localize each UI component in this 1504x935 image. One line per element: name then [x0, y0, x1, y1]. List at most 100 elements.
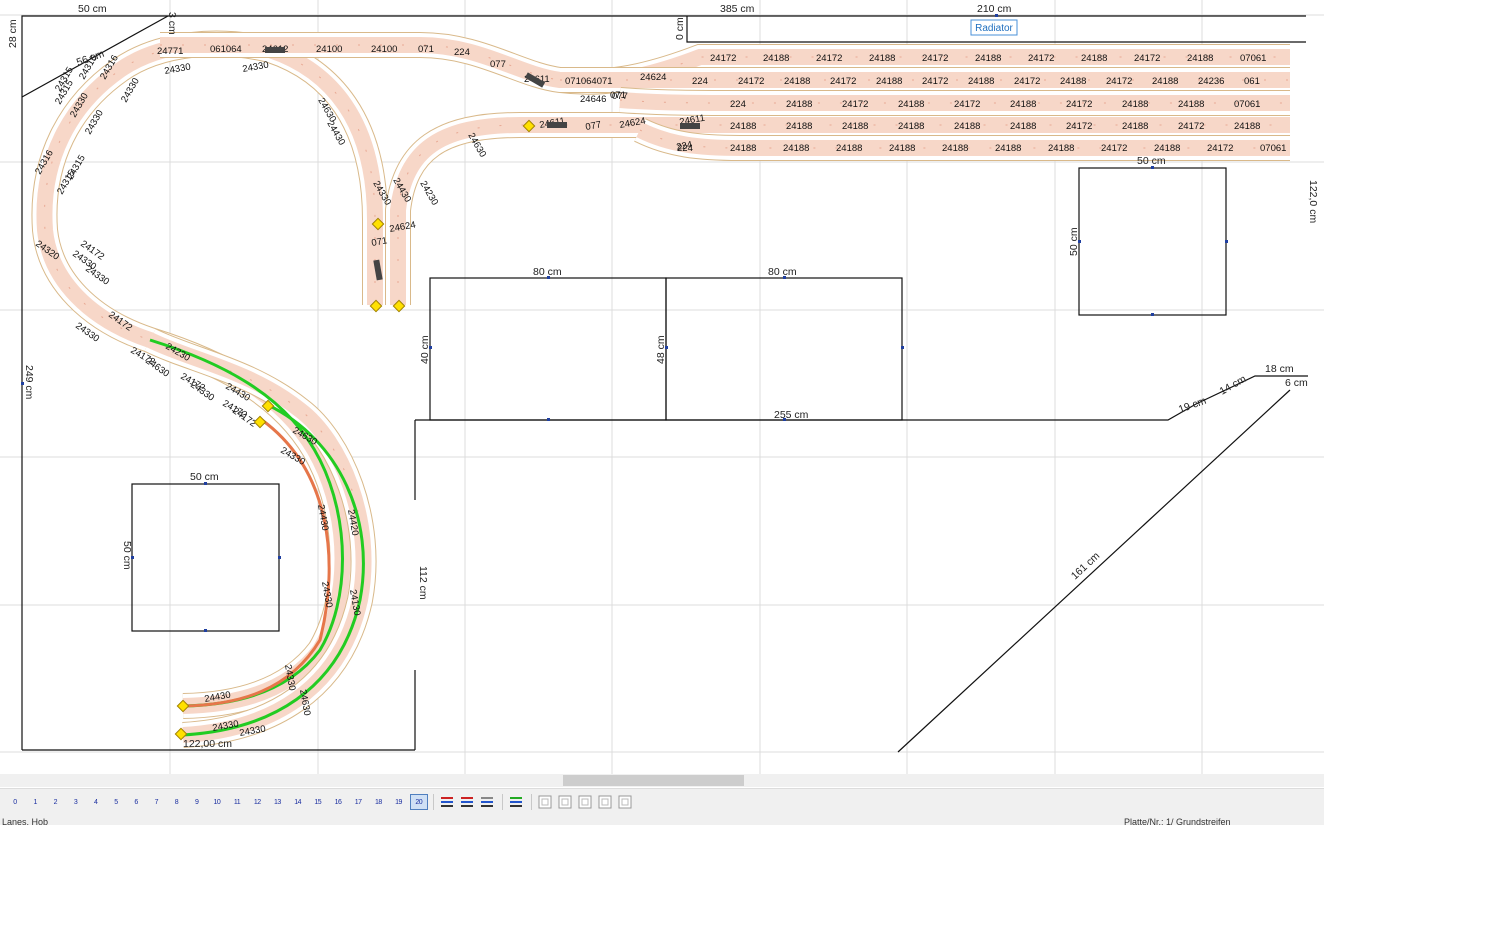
- track-label: 24188: [842, 121, 868, 132]
- layer-button-0[interactable]: 0: [6, 794, 24, 810]
- track-label: 071: [418, 44, 434, 55]
- layers-color-icon[interactable]: [508, 794, 524, 810]
- view-5-icon[interactable]: [617, 794, 633, 810]
- dim-small-box-height: 50 cm: [121, 541, 133, 570]
- track-label: 24172: [1207, 143, 1233, 154]
- layer-button-2[interactable]: 2: [46, 794, 64, 810]
- dim-box2-width: 80 cm: [768, 266, 797, 278]
- track-label: 077: [490, 59, 506, 70]
- track-label: 077: [612, 91, 628, 102]
- dim-small-box-width: 50 cm: [190, 471, 219, 483]
- layer-button-11[interactable]: 11: [228, 794, 246, 810]
- dim-step-19: 19 cm: [1177, 395, 1208, 416]
- track-label: 24330: [242, 60, 270, 75]
- dim-corner: 3 cm: [166, 12, 178, 35]
- horizontal-scrollbar[interactable]: [0, 774, 1324, 787]
- track-label: 24188: [995, 143, 1021, 154]
- track-label: 24172: [1066, 121, 1092, 132]
- track-label: 24188: [1178, 99, 1204, 110]
- dim-right-edge: 122,0 cm: [1307, 180, 1319, 223]
- switch-motor[interactable]: [547, 122, 567, 128]
- scrollbar-thumb[interactable]: [563, 775, 744, 786]
- track-label: 24172: [1134, 53, 1160, 64]
- track-label: 24188: [898, 99, 924, 110]
- track-label: 24188: [1122, 99, 1148, 110]
- layers-stack-icon[interactable]: [439, 794, 455, 810]
- layer-button-20[interactable]: 20: [409, 794, 428, 810]
- dim-top-right: 210 cm: [977, 3, 1012, 15]
- layer-button-4[interactable]: 4: [87, 794, 105, 810]
- view-3-icon[interactable]: [577, 794, 593, 810]
- track-label: 24188: [1154, 143, 1180, 154]
- view-1-icon[interactable]: [537, 794, 553, 810]
- track-label: 224: [454, 47, 470, 58]
- layer-button-3[interactable]: 3: [67, 794, 85, 810]
- view-2-icon[interactable]: [557, 794, 573, 810]
- layer-button-17[interactable]: 17: [349, 794, 367, 810]
- track-label: 24188: [1010, 121, 1036, 132]
- track-label: 24188: [1122, 121, 1148, 132]
- track-label: 24172: [922, 76, 948, 87]
- track-label: 24188: [786, 99, 812, 110]
- layer-button-6[interactable]: 6: [127, 794, 145, 810]
- radiator[interactable]: Radiator: [970, 19, 1018, 36]
- track-label: 24230: [417, 179, 440, 207]
- track-label: 24172: [1178, 121, 1204, 132]
- status-bar: Lanes, Hob Platte/Nr.: 1/ Grundstreifen: [0, 815, 1324, 825]
- track-label: 224: [730, 99, 746, 110]
- dim-top-right-zero: 0 cm: [674, 17, 686, 40]
- layer-button-19[interactable]: 19: [390, 794, 408, 810]
- layout-plan[interactable]: 24172 24188 24172 24188 24172 24188 24172 24188…: [0, 0, 1324, 774]
- track-label: 24172: [1066, 99, 1092, 110]
- track-label: 24188: [898, 121, 924, 132]
- track-label: 24188: [942, 143, 968, 154]
- track-label: 24100: [316, 44, 342, 55]
- track-label: 24172: [816, 53, 842, 64]
- layer-button-14[interactable]: 14: [289, 794, 307, 810]
- dim-step-14: 14 cm: [1218, 373, 1249, 398]
- layer-button-18[interactable]: 18: [369, 794, 387, 810]
- track-label: 24330: [83, 263, 111, 287]
- track-label: 24188: [889, 143, 915, 154]
- layers-gray-icon[interactable]: [479, 794, 495, 810]
- switch-motor[interactable]: [265, 47, 285, 53]
- layers-red-icon[interactable]: [459, 794, 475, 810]
- layer-button-9[interactable]: 9: [188, 794, 206, 810]
- track-label: 24188: [1048, 143, 1074, 154]
- layer-button-1[interactable]: 1: [26, 794, 44, 810]
- dim-step-18: 18 cm: [1265, 363, 1294, 375]
- track-label: 24188: [1152, 76, 1178, 87]
- radiator-label: Radiator: [975, 23, 1013, 34]
- track-label: 24172: [1106, 76, 1132, 87]
- track-label: 061064: [210, 44, 242, 55]
- layer-button-13[interactable]: 13: [268, 794, 286, 810]
- track-label: 071064071: [565, 76, 613, 87]
- dim-box1-height: 40 cm: [419, 335, 431, 364]
- layer-button-12[interactable]: 12: [248, 794, 266, 810]
- layer-button-7[interactable]: 7: [147, 794, 165, 810]
- dim-diag-161: 161 cm: [1069, 550, 1103, 582]
- layer-button-8[interactable]: 8: [168, 794, 186, 810]
- track-label: 24624: [640, 72, 666, 83]
- dim-left-height: 249 cm: [23, 365, 35, 400]
- layer-button-5[interactable]: 5: [107, 794, 125, 810]
- layer-button-15[interactable]: 15: [309, 794, 327, 810]
- layer-button-16[interactable]: 16: [329, 794, 347, 810]
- track-label: 24188: [1234, 121, 1260, 132]
- dim-top-total: 385 cm: [720, 3, 755, 15]
- track-label: 24188: [1081, 53, 1107, 64]
- track-label: 24188: [786, 121, 812, 132]
- dim-step-6: 6 cm: [1285, 377, 1308, 389]
- drawing-canvas[interactable]: 24172 24188 24172 24188 24172 24188 24172 24188…: [0, 0, 1324, 774]
- dim-inner-112: 112 cm: [417, 566, 429, 600]
- layer-toolbar: 0 1 2 3 4 5 6 7 8 9 10 11 12 13 14 15 16 17 18 19 20: [0, 788, 1324, 816]
- track-label: 24771: [157, 46, 183, 57]
- switch-motor[interactable]: [680, 123, 700, 129]
- track-label: 24236: [1198, 76, 1224, 87]
- track-label: 224: [692, 76, 708, 87]
- track-label: 24188: [1187, 53, 1213, 64]
- view-4-icon[interactable]: [597, 794, 613, 810]
- layer-button-10[interactable]: 10: [208, 794, 226, 810]
- track-label: 24172: [710, 53, 736, 64]
- track-label: 24646: [580, 94, 606, 105]
